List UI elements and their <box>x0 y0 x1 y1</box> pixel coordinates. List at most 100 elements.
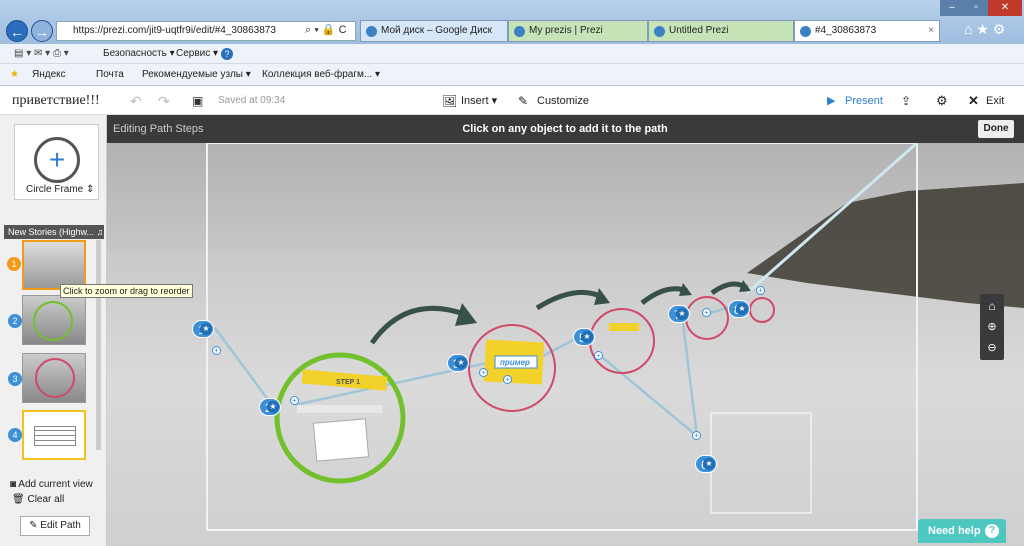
path-step-1[interactable]: 1★ <box>192 320 214 338</box>
save-icon[interactable]: ▣ <box>192 87 203 115</box>
add-step-handle[interactable]: + <box>503 375 512 384</box>
path-step-8[interactable]: 8★ <box>728 300 750 318</box>
star-icon: ★ <box>581 331 593 343</box>
step1-text: STEP 1 <box>336 379 360 386</box>
audio-track[interactable]: New Stories (Highw... ♫ <box>4 225 104 239</box>
path-step-6[interactable]: 6★ <box>695 455 717 473</box>
small-banner <box>609 323 639 331</box>
thumbnail-1[interactable] <box>22 240 86 290</box>
favorites-star-icon[interactable]: ★ <box>10 64 19 86</box>
search-icon[interactable]: ⌕ ▾ 🔒 C <box>305 23 347 37</box>
add-step-handle[interactable]: + <box>594 351 603 360</box>
content-banner <box>297 405 382 413</box>
forward-icon[interactable]: → <box>31 20 53 42</box>
present-button[interactable]: Present <box>845 87 883 115</box>
need-help-button[interactable]: Need help ? <box>918 519 1006 543</box>
minimize-button[interactable]: – <box>940 0 964 16</box>
plus-icon: + <box>34 137 80 183</box>
favorites-bar: ★ Яндекс Почта Рекомендуемые узлы ▾ Колл… <box>0 64 1024 86</box>
thumb-circle-frame <box>35 358 75 398</box>
tab-my-prezis[interactable]: My prezis | Prezi <box>508 20 648 42</box>
need-help-label: Need help <box>928 525 981 537</box>
instruction-text: Click on any object to add it to the pat… <box>462 123 668 135</box>
zoom-controls: ⌂ ⊕ ⊖ <box>980 294 1004 360</box>
add-step-handle[interactable]: + <box>479 368 488 377</box>
add-current-view-button[interactable]: ◙ Add current view <box>10 479 93 490</box>
thumbnail-3[interactable] <box>22 353 86 403</box>
tab-label: #4_30863873 <box>815 25 877 36</box>
tab-label: Untitled Prezi <box>669 25 729 36</box>
redo-icon[interactable]: ↷ <box>158 87 170 115</box>
music-note-icon: ♫ <box>96 227 104 237</box>
clear-all-button[interactable]: 🗑 Clear all <box>12 494 64 505</box>
tab-label: Мой диск – Google Диск <box>381 25 493 36</box>
question-icon: ? <box>985 524 999 538</box>
editing-path-bar: Editing Path Steps Click on any object t… <box>0 115 1024 143</box>
audio-label: New Stories (Highw... <box>8 227 95 237</box>
home-icon[interactable]: ⌂ <box>980 296 1004 316</box>
done-button[interactable]: Done <box>978 120 1014 138</box>
play-icon: ▶ <box>827 95 836 107</box>
service-menu[interactable]: Сервис ▾ <box>176 44 218 64</box>
fav-mail[interactable]: Почта <box>96 64 124 86</box>
zoom-in-icon[interactable]: ⊕ <box>980 317 1004 337</box>
add-current-view-label: Add current view <box>18 479 93 490</box>
primer-text: пример <box>500 358 530 367</box>
page-tools-icon[interactable]: ▤ ▾ ✉ ▾ ⎙ ▾ <box>14 44 69 64</box>
help-icon[interactable]: ? <box>221 48 233 60</box>
home-star-gear-icons[interactable]: ⌂ ★ ⚙ <box>964 21 1005 38</box>
maximize-button[interactable]: ▫ <box>964 0 988 16</box>
customize-button[interactable]: Customize <box>537 87 589 115</box>
insert-menu[interactable]: Insert ▾ <box>461 87 497 115</box>
path-step-5[interactable]: 5★ <box>573 328 595 346</box>
thumbnail-2[interactable] <box>22 295 86 345</box>
share-icon[interactable]: ⇪ <box>901 87 911 115</box>
tab-untitled-prezi[interactable]: Untitled Prezi <box>648 20 794 42</box>
tab-label: My prezis | Prezi <box>529 25 603 36</box>
undo-icon[interactable]: ↶ <box>130 87 142 115</box>
path-step-3[interactable]: 3★ <box>447 354 469 372</box>
panel-scrollbar[interactable] <box>96 240 101 450</box>
add-step-handle[interactable]: + <box>212 346 221 355</box>
tab-close-icon[interactable]: × <box>928 21 934 41</box>
settings-gear-icon[interactable]: ⚙ <box>936 87 948 115</box>
add-step-handle[interactable]: + <box>702 308 711 317</box>
pencil-icon: ✎ <box>29 520 38 531</box>
star-icon: ★ <box>703 458 715 470</box>
trash-icon: 🗑 <box>12 494 25 505</box>
command-bar: ▤ ▾ ✉ ▾ ⎙ ▾ Безопасность ▾ Сервис ▾ ? <box>0 44 1024 64</box>
thumb-number-2: 2 <box>8 314 22 328</box>
insert-icon: 🖼 <box>442 94 458 108</box>
edit-path-button[interactable]: ✎ Edit Path <box>20 516 90 536</box>
thumb-number-1: 1 <box>7 257 21 271</box>
zoom-out-icon[interactable]: ⊖ <box>980 338 1004 358</box>
back-icon[interactable]: ← <box>6 20 28 42</box>
canvas-scene <box>107 143 1024 546</box>
edit-path-label: Edit Path <box>40 520 81 531</box>
prezi-title[interactable]: приветствие!!! <box>12 87 100 115</box>
star-icon: ★ <box>736 303 748 315</box>
path-step-2[interactable]: 2★ <box>259 398 281 416</box>
star-icon: ★ <box>267 401 279 413</box>
tab-active[interactable]: #4_30863873 × <box>794 20 940 42</box>
prezi-canvas[interactable]: STEP 1 пример 1★ 2★ 3★ 5★ 6★ 7★ 8★ + + +… <box>107 143 1024 546</box>
close-window-button[interactable]: ✕ <box>988 0 1022 16</box>
add-step-handle[interactable]: + <box>692 431 701 440</box>
add-step-handle[interactable]: + <box>756 286 765 295</box>
clear-all-label: Clear all <box>27 494 65 505</box>
fav-recommended[interactable]: Рекомендуемые узлы ▾ <box>142 64 251 86</box>
exit-button[interactable]: Exit <box>986 87 1004 115</box>
fav-yandex[interactable]: Яндекс <box>32 64 66 86</box>
fav-webslices[interactable]: Коллекция веб-фрагм... ▾ <box>262 64 380 86</box>
thumbnail-4[interactable] <box>22 410 86 460</box>
saved-status: Saved at 09:34 <box>218 95 286 106</box>
thumb-number-4: 4 <box>8 428 22 442</box>
brush-icon: ✎ <box>518 94 529 108</box>
frame-type-selector[interactable]: Circle Frame ⇕ <box>26 184 94 195</box>
add-step-handle[interactable]: + <box>290 396 299 405</box>
thumb-number-3: 3 <box>8 372 22 386</box>
prezi-toolbar: приветствие!!! ↶ ↷ ▣ Saved at 09:34 🖼 In… <box>0 87 1024 115</box>
safety-menu[interactable]: Безопасность ▾ <box>103 44 175 64</box>
tab-google-drive[interactable]: Мой диск – Google Диск <box>360 20 508 42</box>
path-step-7[interactable]: 7★ <box>668 305 690 323</box>
